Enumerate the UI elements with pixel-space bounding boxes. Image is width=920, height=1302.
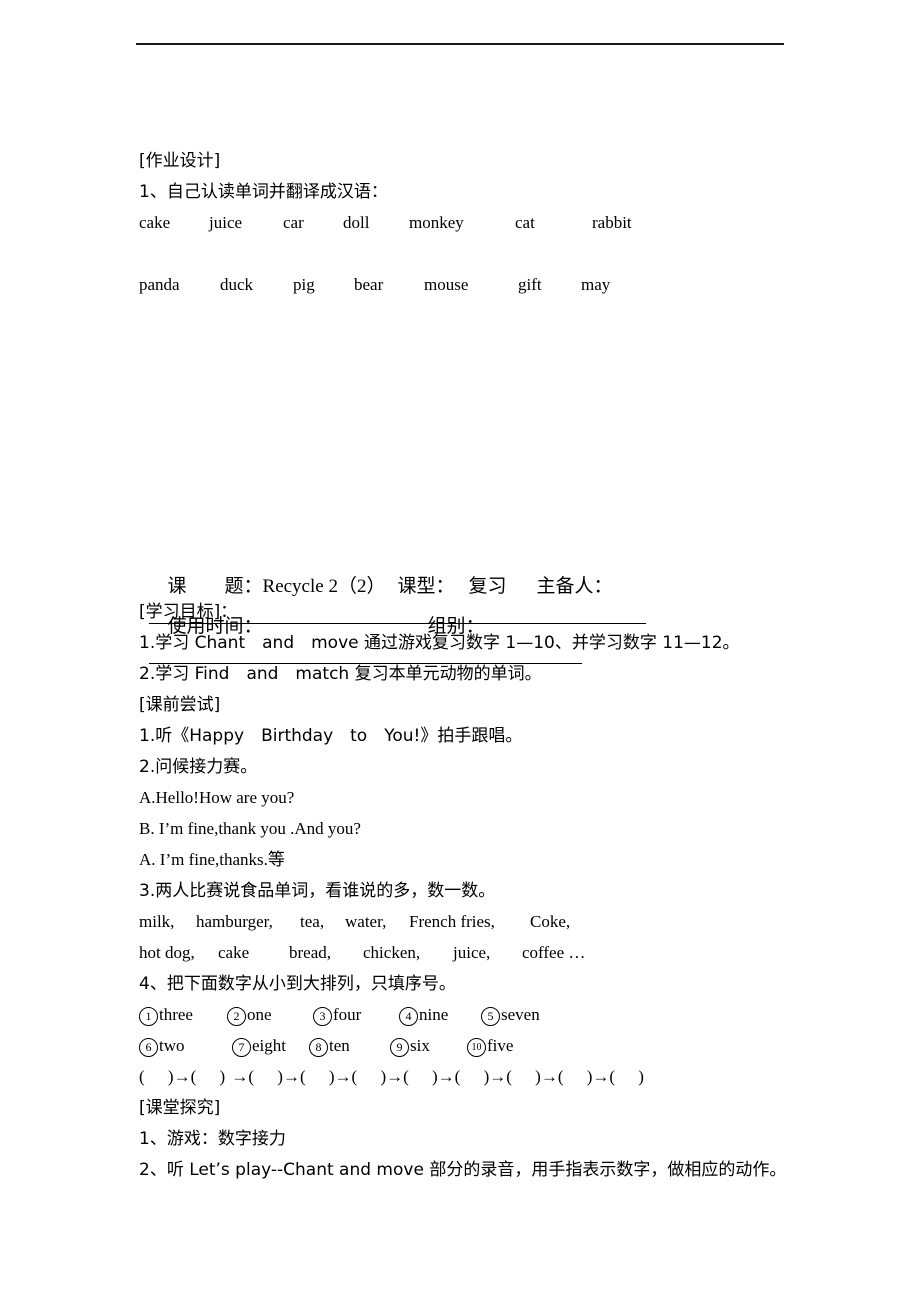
objectives-heading: [学习目标]：: [139, 602, 238, 622]
pre-class-item-4: 4、把下面数字从小到大排列，只填序号。: [139, 974, 456, 994]
word: juice: [209, 213, 243, 232]
number-item: 7 eight: [232, 1036, 286, 1057]
number-item: 8 ten: [309, 1036, 350, 1057]
in-class-heading: [课堂探究]: [139, 1098, 221, 1118]
food-word: bread,: [289, 943, 332, 962]
word: cake: [139, 213, 171, 232]
circled-number: 3: [313, 1006, 332, 1026]
food-word: Coke,: [530, 912, 571, 931]
number-item: 10 five: [467, 1036, 513, 1057]
numbers-row-2: 6 two 7 eight 8 ten 9 six 10 five: [139, 1036, 739, 1057]
number-item: 3 four: [313, 1005, 361, 1026]
in-class-item-1: 1、游戏：数字接力: [139, 1129, 286, 1149]
dialogue-line: B. I’m fine,thank you .And you?: [139, 819, 361, 838]
food-word: French fries,: [409, 912, 495, 931]
word: car: [283, 213, 304, 232]
word: pig: [293, 275, 315, 294]
food-word: cake: [218, 943, 250, 962]
number-item: 2 one: [227, 1005, 272, 1026]
circled-number: 4: [399, 1006, 418, 1026]
food-word: water,: [345, 912, 387, 931]
header-rule: [136, 43, 784, 45]
word: may: [581, 275, 611, 294]
circled-number: 5: [481, 1006, 500, 1026]
food-word: coffee …: [522, 943, 586, 962]
food-row-1: milk, hamburger, tea, water, French frie…: [139, 912, 739, 932]
food-word: tea,: [300, 912, 325, 931]
number-item: 5 seven: [481, 1005, 540, 1026]
dialogue-line: A.Hello!How are you?: [139, 788, 295, 807]
circled-number: 7: [232, 1037, 251, 1057]
homework-heading: [作业设计]: [139, 151, 221, 171]
circled-number: 9: [390, 1037, 409, 1057]
word: rabbit: [592, 213, 632, 232]
word: cat: [515, 213, 535, 232]
word: monkey: [409, 213, 464, 232]
in-class-item-2: 2、听 Let’s play--Chant and move 部分的录音，用手指…: [139, 1160, 787, 1180]
word-row-1: cake juice car doll monkey cat rabbit: [139, 213, 739, 233]
word: bear: [354, 275, 384, 294]
circled-number: 8: [309, 1037, 328, 1057]
food-word: chicken,: [363, 943, 421, 962]
number-item: 6 two: [139, 1036, 185, 1057]
circled-number: 10: [467, 1037, 486, 1057]
number-item: 4 nine: [399, 1005, 448, 1026]
word: panda: [139, 275, 180, 294]
pre-class-item-1: 1.听《Happy Birthday to You!》拍手跟唱。: [139, 726, 523, 746]
dialogue-line: A. I’m fine,thanks.等: [139, 850, 285, 869]
order-blanks: ( )→( ) →( )→( )→( )→( )→( )→( )→( )→( ): [139, 1067, 644, 1086]
number-item: 1 three: [139, 1005, 193, 1026]
circled-number: 6: [139, 1037, 158, 1057]
food-row-2: hot dog, cake bread, chicken, juice, cof…: [139, 943, 739, 963]
circled-number: 2: [227, 1006, 246, 1026]
word: doll: [343, 213, 370, 232]
word: gift: [518, 275, 542, 294]
number-item: 9 six: [390, 1036, 430, 1057]
food-word: juice,: [453, 943, 491, 962]
objective-item: 1.学习 Chant and move 通过游戏复习数字 1—10、并学习数字 …: [139, 633, 740, 653]
homework-task-1: 1、自己认读单词并翻译成汉语：: [139, 182, 388, 202]
word-row-2: panda duck pig bear mouse gift may: [139, 275, 739, 295]
word: mouse: [424, 275, 469, 294]
food-word: hamburger,: [196, 912, 273, 931]
food-word: milk,: [139, 912, 175, 931]
pre-class-item-3: 3.两人比赛说食品单词，看谁说的多，数一数。: [139, 881, 496, 901]
word: duck: [220, 275, 254, 294]
circled-number: 1: [139, 1006, 158, 1026]
objective-item: 2.学习 Find and match 复习本单元动物的单词。: [139, 664, 542, 684]
pre-class-item-2: 2.问候接力赛。: [139, 757, 258, 777]
food-word: hot dog,: [139, 943, 195, 962]
numbers-row-1: 1 three 2 one 3 four 4 nine 5 seven: [139, 1005, 739, 1026]
pre-class-heading: [课前尝试]: [139, 695, 221, 715]
